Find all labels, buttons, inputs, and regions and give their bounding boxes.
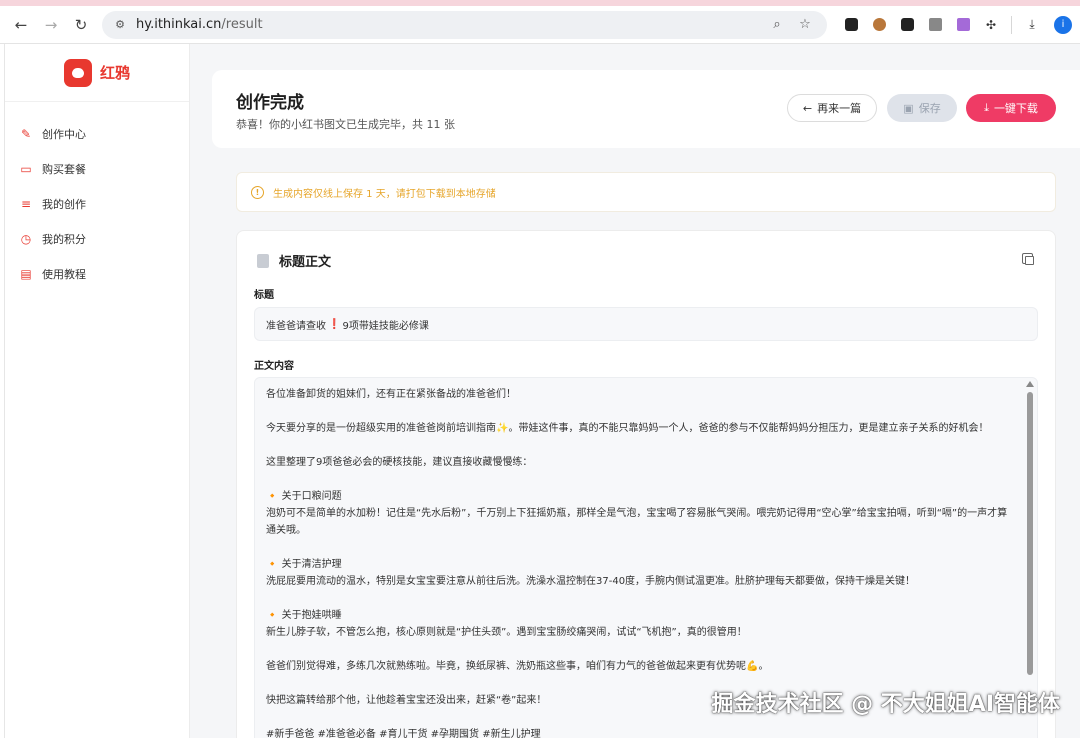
body-label: 正文内容 [254,361,294,372]
body-line [266,590,1009,607]
section-title: 标题正文 [279,255,332,270]
arrow-left-icon: ← [802,101,813,115]
document-icon [257,253,269,268]
toolbar-divider [1011,15,1012,34]
address-bar[interactable]: ⚙ hy.ithinkai.cn/result ⌕ ☆ [102,10,827,39]
puzzle-extensions-icon[interactable]: ✣ [977,11,1005,39]
brand-logo-icon [63,58,92,87]
body-line: 泡奶可不是简单的水加粉！记住是“先水后粉”，千万别上下狂摇奶瓶，那样全是气泡，宝… [266,508,1008,536]
page-subtitle: 恭喜！你的小红书图文已生成完毕，共 11 张 [236,118,455,131]
brand-name: 红鸦 [99,64,130,82]
content-card-header: 标题正文 [257,251,331,270]
title-field[interactable]: 准爸爸请查收 ❗ 9项带娃技能必修课 [254,307,1038,341]
brand[interactable]: 红鸦 [5,44,189,102]
result-header: 创作完成 恭喜！你的小红书图文已生成完毕，共 11 张 ← 再来一篇 ▣ 保存 … [212,70,1080,148]
extension-icon[interactable] [837,11,865,39]
zoom-icon[interactable]: ⌕ [765,13,789,37]
url-text[interactable]: hy.ithinkai.cn/result [136,17,761,32]
warning-icon: ! [251,185,264,199]
save-icon: ▣ [903,101,914,115]
sidebar-item-label: 我的积分 [42,232,86,246]
create-again-button[interactable]: ← 再来一篇 [787,94,877,122]
cookie-extension-icon[interactable] [865,11,893,39]
camera-extension-icon[interactable] [921,11,949,39]
download-icon: ⤓ [984,101,989,114]
body-line: #新手爸爸 #准爸爸必备 #育儿干货 #孕期囤货 #新生儿护理 [266,729,541,738]
body-line: 这里整理了9项爸爸必会的硬核技能，建议直接收藏慢慢练： [266,457,533,468]
content-card: 标题正文 标题 准爸爸请查收 ❗ 9项带娃技能必修课 正文内容 各位准备卸货的姐妹们… [236,230,1056,738]
clock-icon: ◷ [20,231,32,246]
watermark: 掘金技术社区 @ 不大姐姐AI智能体 [711,692,1060,717]
sidebar-item-label: 使用教程 [42,267,86,281]
body-line: 爸爸们别觉得难，多练几次就熟练啦。毕竟，换纸尿裤、洗奶瓶这些事，咱们有力气的爸爸… [266,661,769,672]
body-line [266,471,1009,488]
body-line: 各位准备卸货的姐妹们，还有正在紧张备战的准爸爸们！ [266,389,516,400]
body-line: 今天要分享的是一份超级实用的准爸爸岗前培训指南✨。带娃这件事，真的不能只靠妈妈一… [266,423,989,434]
body-line [266,437,1009,454]
download-icon[interactable]: ⤓ [1018,11,1046,39]
browser-toolbar: ← → ↻ ⚙ hy.ithinkai.cn/result ⌕ ☆ ✣ ⤓ i [0,6,1080,44]
body-line [266,641,1009,658]
body-line: 新生儿脖子软，不管怎么抱，核心原则就是“护住头颈”。遇到宝宝肠绞痛哭闹，试试“飞… [266,627,747,638]
body-line [266,539,1009,556]
book-icon: ▤ [20,266,32,281]
sidebar-item-my-creations[interactable]: ≡ 我的创作 [5,186,189,221]
sidebar-item-label: 我的创作 [42,197,86,211]
save-button[interactable]: ▣ 保存 [887,94,957,122]
body-line: 洗屁屁要用流动的温水，特别是女宝宝要注意从前往后洗。洗澡水温控制在37-40度，… [266,576,916,587]
body-line: 🔸 关于口粮问题 [266,491,342,502]
document-extension-icon[interactable] [949,11,977,39]
sidebar-item-tutorial[interactable]: ▤ 使用教程 [5,256,189,291]
page-title: 创作完成 [236,93,304,113]
bookmark-star-icon[interactable]: ☆ [793,13,817,37]
sidebar-item-label: 创作中心 [42,127,86,141]
body-line: 🔸 关于抱娃哄睡 [266,610,342,621]
body-line: 🔸 关于清洁护理 [266,559,342,570]
site-settings-icon[interactable]: ⚙ [112,17,128,33]
back-button[interactable]: ← [6,10,36,40]
sidebar: 红鸦 ✎ 创作中心 ▭ 购买套餐 ≡ 我的创作 ◷ 我的积分 ▤ 使用教程 [5,44,190,738]
notice-text: 生成内容仅线上保存 1 天，请打包下载到本地存储 [273,188,496,200]
sidebar-item-create[interactable]: ✎ 创作中心 [5,116,189,151]
forward-button[interactable]: → [36,10,66,40]
profile-avatar[interactable]: i [1054,15,1072,34]
list-icon: ≡ [20,196,32,211]
card-icon: ▭ [20,161,32,176]
scroll-up-arrow[interactable] [1026,381,1034,387]
title-label: 标题 [254,290,274,301]
copy-icon[interactable] [1022,253,1034,265]
sidebar-menu: ✎ 创作中心 ▭ 购买套餐 ≡ 我的创作 ◷ 我的积分 ▤ 使用教程 [5,102,189,291]
sidebar-item-purchase[interactable]: ▭ 购买套餐 [5,151,189,186]
scrollbar-thumb[interactable] [1027,392,1033,675]
body-textarea[interactable]: 各位准备卸货的姐妹们，还有正在紧张备战的准爸爸们！ 今天要分享的是一份超级实用的… [254,377,1038,738]
sidebar-item-label: 购买套餐 [42,162,86,176]
sidebar-item-points[interactable]: ◷ 我的积分 [5,221,189,256]
extension-icon[interactable] [893,11,921,39]
download-all-button[interactable]: ⤓ 一键下载 [966,94,1056,122]
storage-notice: ! 生成内容仅线上保存 1 天，请打包下载到本地存储 [236,172,1056,212]
reload-button[interactable]: ↻ [66,10,96,40]
body-line [266,403,1009,420]
pen-icon: ✎ [20,126,32,141]
